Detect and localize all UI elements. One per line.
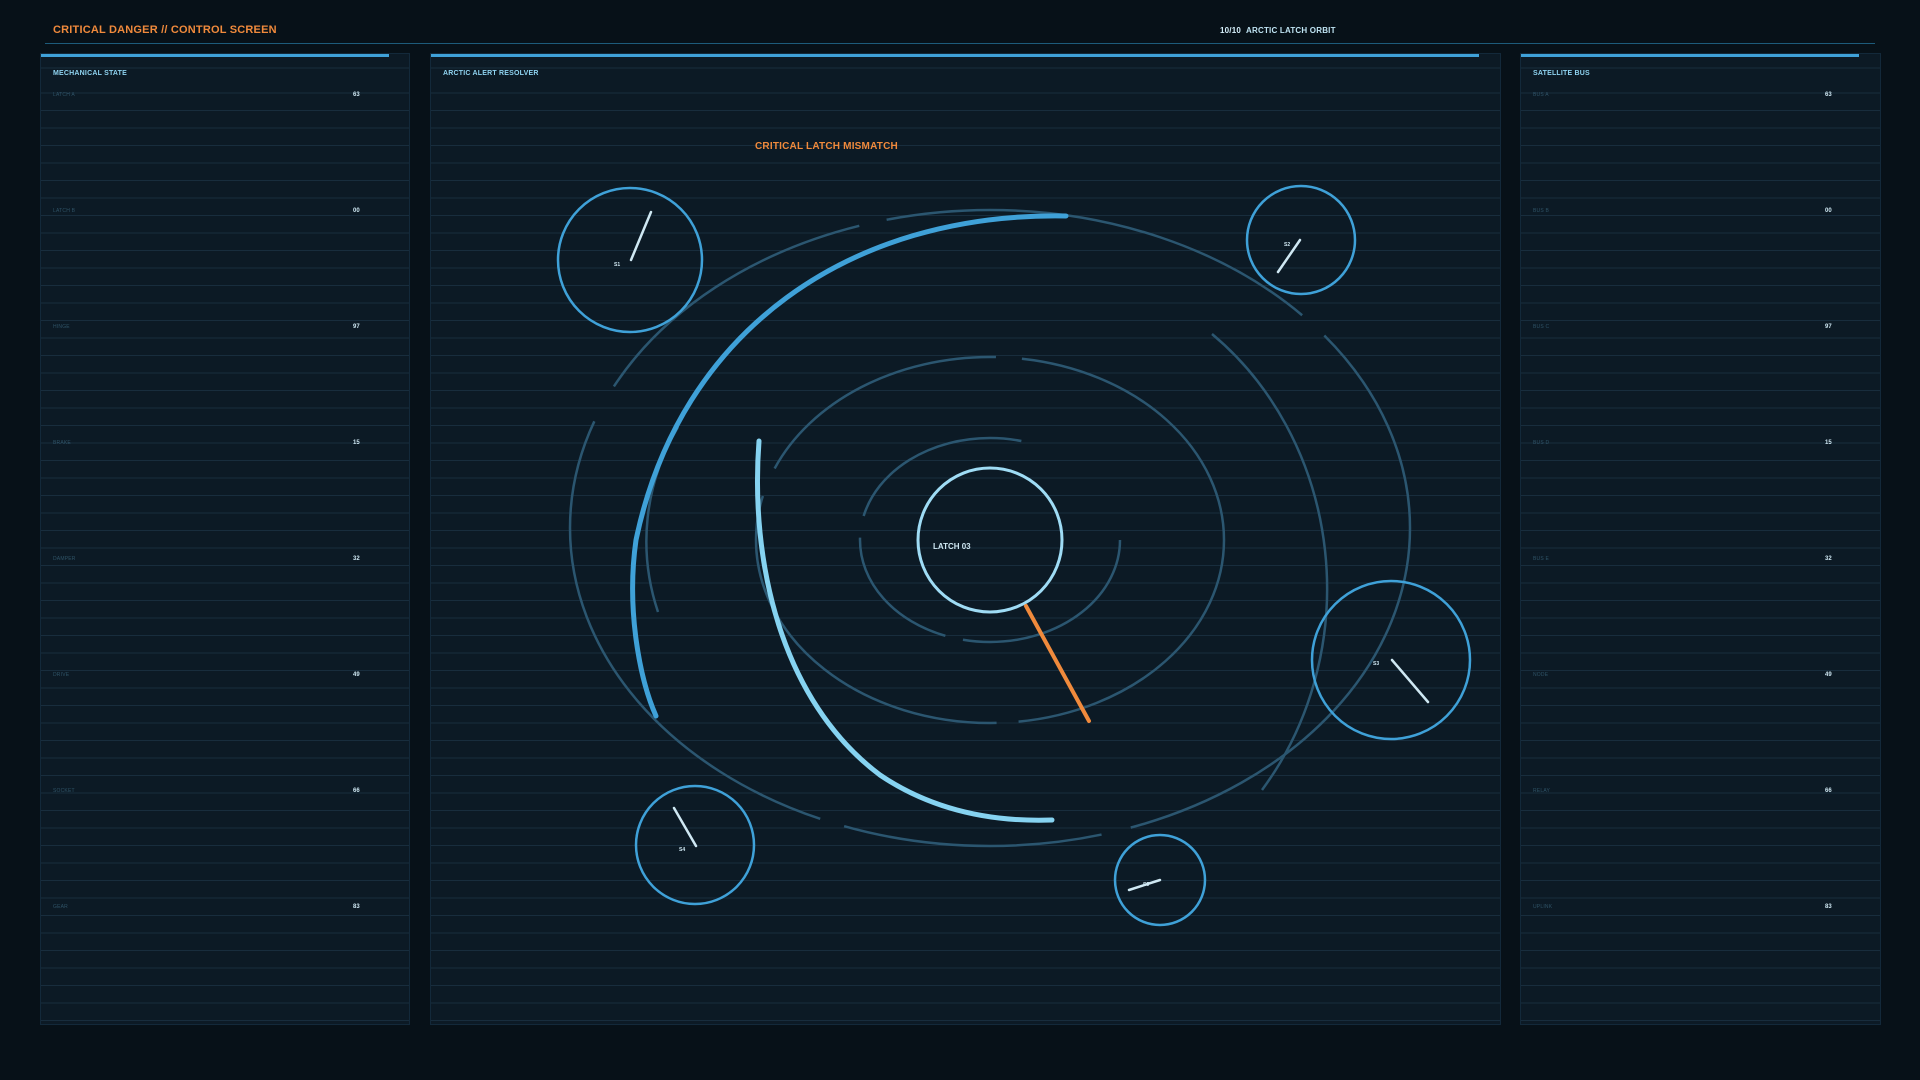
satellite-s3-needle (1390, 658, 1430, 704)
orbit-ring-middle (754, 355, 1226, 725)
satellite-s2-label: S2 (1284, 242, 1290, 248)
latch-pointer (1024, 604, 1091, 723)
orbit-visualization: LATCH 03 S1 S2 S3 S4 S5 (556, 184, 1472, 927)
satellite-s4-label: S4 (679, 847, 685, 853)
orbit-ring-outer (568, 208, 1412, 848)
latch-core-label: LATCH 03 (933, 542, 971, 551)
orbit-arc-trace (755, 438, 1055, 823)
satellite-s4-needle (672, 806, 698, 848)
satellite-s5-label: S5 (1143, 882, 1149, 888)
satellite-s1-needle (629, 210, 653, 262)
satellite-s3-label: S3 (1373, 661, 1379, 667)
satellite-s1-label: S1 (614, 262, 620, 268)
orbit-arc-right (1211, 333, 1329, 791)
latch-core[interactable] (916, 466, 1064, 614)
